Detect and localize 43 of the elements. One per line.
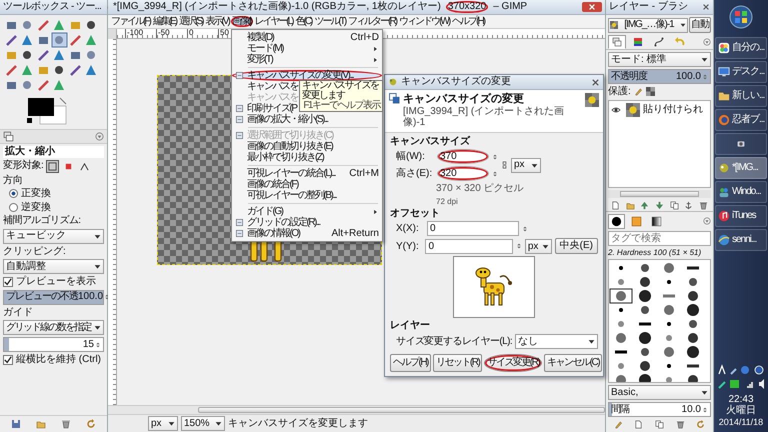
window-title: ツールボックス - ツー... [3,1,102,13]
field-label: 保護: [608,86,631,98]
shortcut-label: Ctrl+M [349,168,379,179]
field-label: 高さ(E): [396,168,434,180]
section-heading: オフセット [390,208,441,220]
section-heading: キャンバスサイズ [390,136,472,148]
window-title: *[IMG_3994_R] (インポートされた画像)-1.0 (RGBカラー, 1枚のレイヤー) [112,1,442,13]
radio-label: 逆変換 [21,202,51,213]
ruler-label: -50 [156,29,187,38]
status-message: キャンバスサイズを変更します [228,418,368,430]
app-name-text: – GIMP [492,1,528,13]
field-label: Y(Y): [396,240,420,252]
window-title: レイヤー - ブラシ [609,1,688,13]
checkbox-label: 縦横比を維持 (Ctrl) [16,354,101,366]
panel-title: 拡大・縮小 [3,146,104,158]
checkbox-label: プレビューを表示 [16,276,96,288]
dialog-title: キャンバスサイズの変更 [401,76,511,88]
dialog-heading: キャンバスサイズの変更 [403,93,525,106]
size-info: 370 × 320 ピクセル [435,183,525,195]
field-label: 幅(W): [396,150,426,162]
image-size-text: 370x320 [446,1,488,13]
clock-weekday: 火曜日 [725,405,757,417]
ruler-label: 0 [187,29,218,38]
field-label: 補間アルゴリズム: [3,215,82,226]
field-label: 方向 [3,174,24,186]
clock-time: 22:43 [728,394,755,405]
brush-name: 2. Hardness 100 (51 × 51) [607,248,702,257]
tooltip-hint: F1キーでヘルプ表示 [302,101,380,111]
ruler-label: -100 [125,29,156,38]
shortcut-label: Ctrl+D [350,32,379,43]
field-label: クリッピング: [3,246,67,257]
field-label: サイズ変更するレイヤー(L): [396,336,512,348]
radio-label: 正変換 [21,188,51,200]
dialog-subtitle: [IMG_3994_R] (インポートされた画像)-1 [403,106,566,129]
field-label: X(X): [396,223,420,235]
tooltip-text: キャンバスサイズを変更します [302,81,379,101]
section-heading: レイヤー [390,320,431,332]
shortcut-label: Alt+Return [331,228,379,239]
resolution-text: 72 dpi [435,196,459,206]
layer-name: 貼り付けられ [643,104,703,116]
field-label: 変形対象: [3,160,44,172]
clock-date: 2014/11/18 [718,416,764,427]
field-label: ガイド [3,306,34,318]
